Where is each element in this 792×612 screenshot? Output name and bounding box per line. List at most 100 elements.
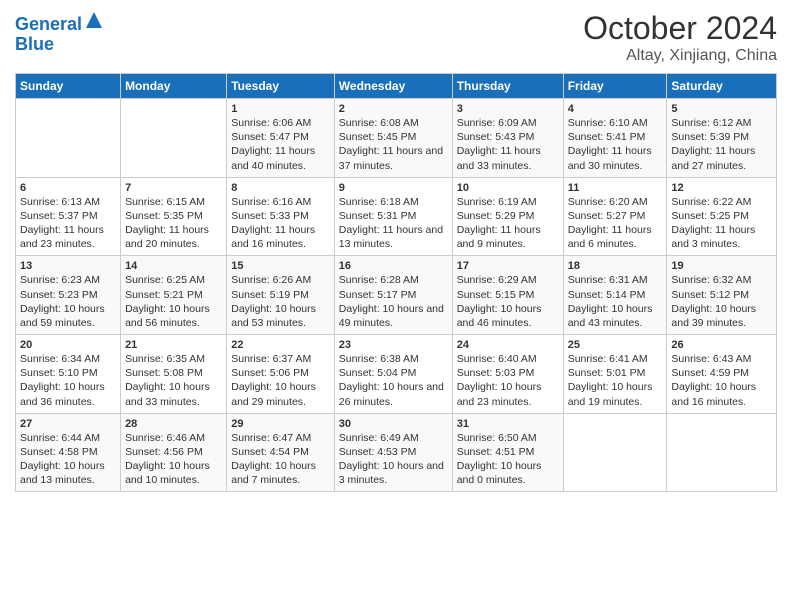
day-info: Sunrise: 6:37 AM Sunset: 5:06 PM Dayligh… — [231, 352, 330, 409]
main-title: October 2024 — [583, 10, 777, 47]
cell-week5-day2: 29Sunrise: 6:47 AM Sunset: 4:54 PM Dayli… — [227, 413, 335, 492]
cell-week3-day6: 19Sunrise: 6:32 AM Sunset: 5:12 PM Dayli… — [667, 256, 777, 335]
logo-icon — [84, 10, 104, 30]
day-number: 8 — [231, 182, 330, 194]
day-number: 2 — [339, 103, 448, 115]
day-info: Sunrise: 6:08 AM Sunset: 5:45 PM Dayligh… — [339, 116, 448, 173]
header: General Blue October 2024 Altay, Xinjian… — [15, 10, 777, 65]
day-number: 26 — [671, 339, 772, 351]
day-info: Sunrise: 6:32 AM Sunset: 5:12 PM Dayligh… — [671, 273, 772, 330]
cell-week5-day6 — [667, 413, 777, 492]
column-header-saturday: Saturday — [667, 74, 777, 99]
logo-general: General — [15, 14, 82, 34]
day-info: Sunrise: 6:16 AM Sunset: 5:33 PM Dayligh… — [231, 195, 330, 252]
day-info: Sunrise: 6:15 AM Sunset: 5:35 PM Dayligh… — [125, 195, 222, 252]
day-info: Sunrise: 6:25 AM Sunset: 5:21 PM Dayligh… — [125, 273, 222, 330]
day-info: Sunrise: 6:50 AM Sunset: 4:51 PM Dayligh… — [457, 431, 559, 488]
cell-week3-day1: 14Sunrise: 6:25 AM Sunset: 5:21 PM Dayli… — [121, 256, 227, 335]
cell-week4-day6: 26Sunrise: 6:43 AM Sunset: 4:59 PM Dayli… — [667, 335, 777, 414]
day-info: Sunrise: 6:13 AM Sunset: 5:37 PM Dayligh… — [20, 195, 116, 252]
day-number: 22 — [231, 339, 330, 351]
day-number: 10 — [457, 182, 559, 194]
cell-week4-day2: 22Sunrise: 6:37 AM Sunset: 5:06 PM Dayli… — [227, 335, 335, 414]
day-number: 18 — [568, 260, 663, 272]
day-info: Sunrise: 6:41 AM Sunset: 5:01 PM Dayligh… — [568, 352, 663, 409]
day-info: Sunrise: 6:40 AM Sunset: 5:03 PM Dayligh… — [457, 352, 559, 409]
day-info: Sunrise: 6:23 AM Sunset: 5:23 PM Dayligh… — [20, 273, 116, 330]
day-number: 14 — [125, 260, 222, 272]
day-info: Sunrise: 6:22 AM Sunset: 5:25 PM Dayligh… — [671, 195, 772, 252]
cell-week1-day6: 5Sunrise: 6:12 AM Sunset: 5:39 PM Daylig… — [667, 99, 777, 178]
cell-week1-day2: 1Sunrise: 6:06 AM Sunset: 5:47 PM Daylig… — [227, 99, 335, 178]
cell-week5-day5 — [563, 413, 667, 492]
cell-week1-day5: 4Sunrise: 6:10 AM Sunset: 5:41 PM Daylig… — [563, 99, 667, 178]
cell-week4-day3: 23Sunrise: 6:38 AM Sunset: 5:04 PM Dayli… — [334, 335, 452, 414]
day-number: 29 — [231, 418, 330, 430]
cell-week4-day4: 24Sunrise: 6:40 AM Sunset: 5:03 PM Dayli… — [452, 335, 563, 414]
cell-week3-day0: 13Sunrise: 6:23 AM Sunset: 5:23 PM Dayli… — [16, 256, 121, 335]
logo: General Blue — [15, 10, 104, 55]
day-number: 6 — [20, 182, 116, 194]
day-info: Sunrise: 6:10 AM Sunset: 5:41 PM Dayligh… — [568, 116, 663, 173]
day-number: 17 — [457, 260, 559, 272]
cell-week2-day2: 8Sunrise: 6:16 AM Sunset: 5:33 PM Daylig… — [227, 177, 335, 256]
cell-week5-day3: 30Sunrise: 6:49 AM Sunset: 4:53 PM Dayli… — [334, 413, 452, 492]
cell-week2-day5: 11Sunrise: 6:20 AM Sunset: 5:27 PM Dayli… — [563, 177, 667, 256]
day-number: 19 — [671, 260, 772, 272]
day-info: Sunrise: 6:28 AM Sunset: 5:17 PM Dayligh… — [339, 273, 448, 330]
cell-week1-day4: 3Sunrise: 6:09 AM Sunset: 5:43 PM Daylig… — [452, 99, 563, 178]
cell-week5-day4: 31Sunrise: 6:50 AM Sunset: 4:51 PM Dayli… — [452, 413, 563, 492]
day-info: Sunrise: 6:20 AM Sunset: 5:27 PM Dayligh… — [568, 195, 663, 252]
day-info: Sunrise: 6:12 AM Sunset: 5:39 PM Dayligh… — [671, 116, 772, 173]
header-row: SundayMondayTuesdayWednesdayThursdayFrid… — [16, 74, 777, 99]
day-info: Sunrise: 6:09 AM Sunset: 5:43 PM Dayligh… — [457, 116, 559, 173]
cell-week2-day3: 9Sunrise: 6:18 AM Sunset: 5:31 PM Daylig… — [334, 177, 452, 256]
week-row-4: 20Sunrise: 6:34 AM Sunset: 5:10 PM Dayli… — [16, 335, 777, 414]
cell-week4-day5: 25Sunrise: 6:41 AM Sunset: 5:01 PM Dayli… — [563, 335, 667, 414]
day-info: Sunrise: 6:49 AM Sunset: 4:53 PM Dayligh… — [339, 431, 448, 488]
cell-week1-day0 — [16, 99, 121, 178]
cell-week5-day1: 28Sunrise: 6:46 AM Sunset: 4:56 PM Dayli… — [121, 413, 227, 492]
day-number: 25 — [568, 339, 663, 351]
cell-week2-day4: 10Sunrise: 6:19 AM Sunset: 5:29 PM Dayli… — [452, 177, 563, 256]
day-number: 12 — [671, 182, 772, 194]
logo-blue: Blue — [15, 35, 104, 55]
cell-week4-day0: 20Sunrise: 6:34 AM Sunset: 5:10 PM Dayli… — [16, 335, 121, 414]
day-number: 5 — [671, 103, 772, 115]
cell-week1-day3: 2Sunrise: 6:08 AM Sunset: 5:45 PM Daylig… — [334, 99, 452, 178]
day-number: 20 — [20, 339, 116, 351]
day-number: 4 — [568, 103, 663, 115]
week-row-5: 27Sunrise: 6:44 AM Sunset: 4:58 PM Dayli… — [16, 413, 777, 492]
day-info: Sunrise: 6:26 AM Sunset: 5:19 PM Dayligh… — [231, 273, 330, 330]
column-header-thursday: Thursday — [452, 74, 563, 99]
day-number: 21 — [125, 339, 222, 351]
column-header-sunday: Sunday — [16, 74, 121, 99]
cell-week1-day1 — [121, 99, 227, 178]
day-info: Sunrise: 6:06 AM Sunset: 5:47 PM Dayligh… — [231, 116, 330, 173]
day-number: 13 — [20, 260, 116, 272]
day-info: Sunrise: 6:34 AM Sunset: 5:10 PM Dayligh… — [20, 352, 116, 409]
day-number: 3 — [457, 103, 559, 115]
day-number: 23 — [339, 339, 448, 351]
cell-week3-day2: 15Sunrise: 6:26 AM Sunset: 5:19 PM Dayli… — [227, 256, 335, 335]
day-info: Sunrise: 6:29 AM Sunset: 5:15 PM Dayligh… — [457, 273, 559, 330]
day-number: 1 — [231, 103, 330, 115]
day-number: 15 — [231, 260, 330, 272]
day-info: Sunrise: 6:43 AM Sunset: 4:59 PM Dayligh… — [671, 352, 772, 409]
cell-week3-day3: 16Sunrise: 6:28 AM Sunset: 5:17 PM Dayli… — [334, 256, 452, 335]
day-info: Sunrise: 6:18 AM Sunset: 5:31 PM Dayligh… — [339, 195, 448, 252]
page: General Blue October 2024 Altay, Xinjian… — [0, 0, 792, 612]
day-number: 16 — [339, 260, 448, 272]
cell-week5-day0: 27Sunrise: 6:44 AM Sunset: 4:58 PM Dayli… — [16, 413, 121, 492]
day-info: Sunrise: 6:38 AM Sunset: 5:04 PM Dayligh… — [339, 352, 448, 409]
calendar-table: SundayMondayTuesdayWednesdayThursdayFrid… — [15, 73, 777, 492]
day-info: Sunrise: 6:46 AM Sunset: 4:56 PM Dayligh… — [125, 431, 222, 488]
day-number: 27 — [20, 418, 116, 430]
day-number: 31 — [457, 418, 559, 430]
week-row-3: 13Sunrise: 6:23 AM Sunset: 5:23 PM Dayli… — [16, 256, 777, 335]
day-info: Sunrise: 6:44 AM Sunset: 4:58 PM Dayligh… — [20, 431, 116, 488]
day-info: Sunrise: 6:35 AM Sunset: 5:08 PM Dayligh… — [125, 352, 222, 409]
day-number: 28 — [125, 418, 222, 430]
cell-week2-day0: 6Sunrise: 6:13 AM Sunset: 5:37 PM Daylig… — [16, 177, 121, 256]
week-row-2: 6Sunrise: 6:13 AM Sunset: 5:37 PM Daylig… — [16, 177, 777, 256]
